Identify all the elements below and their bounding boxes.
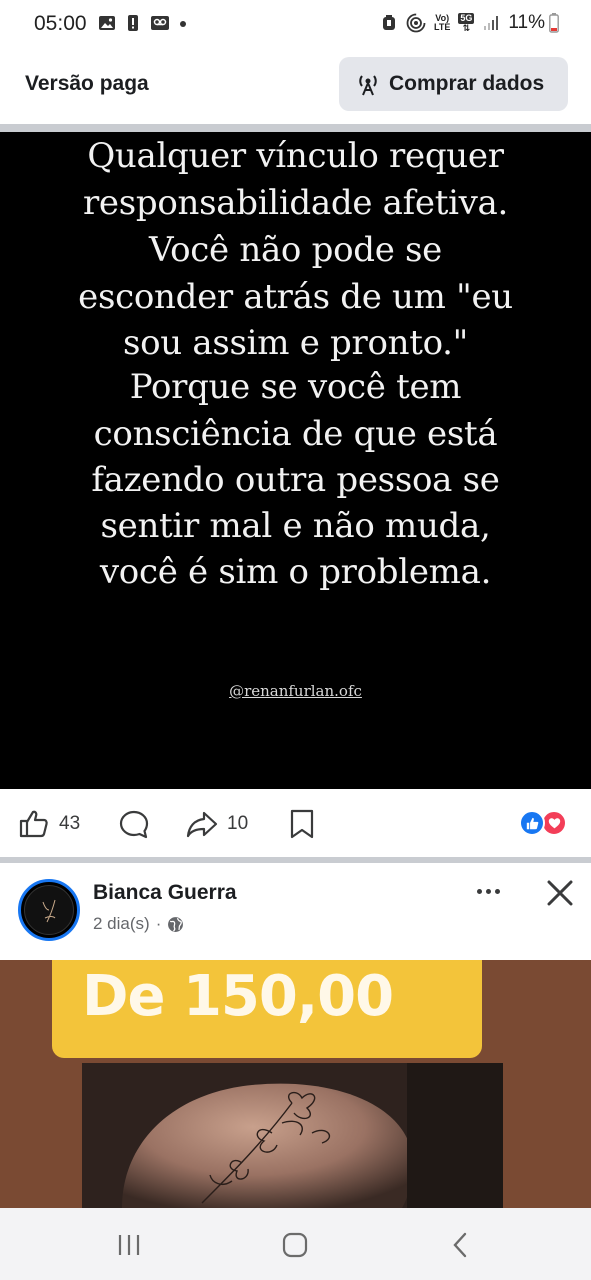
status-right: Vo) LTE 5G ⇅ 11% — [380, 12, 559, 34]
like-reaction-icon — [519, 810, 545, 836]
status-bar: 05:00 Vo) LTE 5G ⇅ 11% — [0, 0, 591, 50]
back-button[interactable] — [443, 1228, 477, 1262]
alarm-icon — [383, 15, 396, 30]
network-type: 5G ⇅ — [458, 13, 475, 33]
save-icon — [290, 809, 314, 839]
signal-icon — [484, 16, 499, 30]
share-icon — [186, 811, 218, 838]
buy-data-label: Comprar dados — [389, 72, 545, 95]
home-button[interactable] — [278, 1228, 312, 1262]
app-top-bar: Versão paga Comprar dados — [0, 50, 591, 124]
meta-separator: · — [155, 914, 162, 933]
buy-data-button[interactable]: Comprar dados — [339, 57, 568, 111]
quote-line: sou assim e pronto." — [122, 323, 468, 363]
status-time: 05:00 — [34, 12, 87, 35]
quote-line: responsabilidade afetiva. — [82, 183, 509, 223]
post-time[interactable]: 2 dia(s) — [93, 914, 150, 934]
save-button[interactable] — [288, 808, 316, 840]
quote-line: você é sim o problema. — [99, 552, 492, 592]
share-count: 10 — [227, 813, 249, 834]
more-icon-dot — [485, 888, 491, 894]
avatar[interactable] — [18, 879, 80, 941]
reaction-summary[interactable] — [519, 810, 569, 836]
globe-icon — [168, 916, 184, 932]
author-name[interactable]: Bianca Guerra — [93, 881, 237, 905]
recent-apps-button[interactable] — [112, 1228, 146, 1262]
quote-author-handle: @renanfurlan.ofc — [229, 682, 362, 700]
quote-line: sentir mal e não muda, — [100, 506, 491, 546]
recent-apps-icon — [118, 1235, 140, 1255]
home-icon — [282, 1232, 308, 1258]
post-header: Bianca Guerra 2 dia(s) · — [0, 863, 591, 960]
tattoo-photo — [82, 1063, 503, 1208]
quote-line: Porque se você tem — [129, 367, 462, 407]
comment-icon — [119, 810, 149, 839]
feed-divider — [0, 124, 591, 132]
alert-icon — [128, 15, 138, 31]
quote-line: Qualquer vínculo requer — [87, 136, 504, 176]
price-banner-text: De 150,00 — [82, 964, 394, 1029]
antenna-icon — [359, 75, 377, 96]
like-count: 43 — [59, 813, 81, 834]
more-options-button[interactable] — [470, 879, 506, 903]
quote-line: consciência de que está — [93, 414, 498, 454]
post-image-quote[interactable]: Qualquer vínculo requer responsabilidade… — [0, 132, 591, 789]
dot-indicator-icon — [180, 21, 186, 27]
quote-line: fazendo outra pessoa se — [91, 460, 500, 500]
share-button[interactable]: 10 — [186, 808, 248, 840]
post-image-promo[interactable]: De 150,00 — [0, 960, 591, 1208]
post-actions: 43 10 — [0, 789, 591, 857]
image-icon — [99, 16, 115, 30]
post-meta: 2 dia(s) · — [93, 914, 184, 934]
battery-percent: 11% — [508, 12, 545, 33]
battery-icon — [549, 13, 559, 33]
notification-icons — [98, 14, 188, 32]
voicemail-icon — [151, 16, 169, 30]
price-banner: De 150,00 — [52, 960, 482, 1058]
back-icon — [453, 1232, 467, 1258]
like-icon — [19, 810, 48, 838]
comment-button[interactable] — [118, 808, 150, 840]
volte-indicator: Vo) LTE — [434, 13, 451, 32]
paid-version-label: Versão paga — [25, 72, 149, 95]
more-icon-dot — [494, 888, 500, 894]
quote-line: esconder atrás de um "eu — [78, 277, 513, 317]
close-icon[interactable] — [544, 877, 576, 909]
more-icon — [476, 888, 482, 894]
avatar-image — [24, 885, 74, 935]
like-button[interactable]: 43 — [18, 808, 80, 840]
system-nav-bar — [0, 1208, 591, 1280]
hotspot-icon — [406, 13, 426, 33]
quote-line: Você não pode se — [148, 230, 442, 270]
